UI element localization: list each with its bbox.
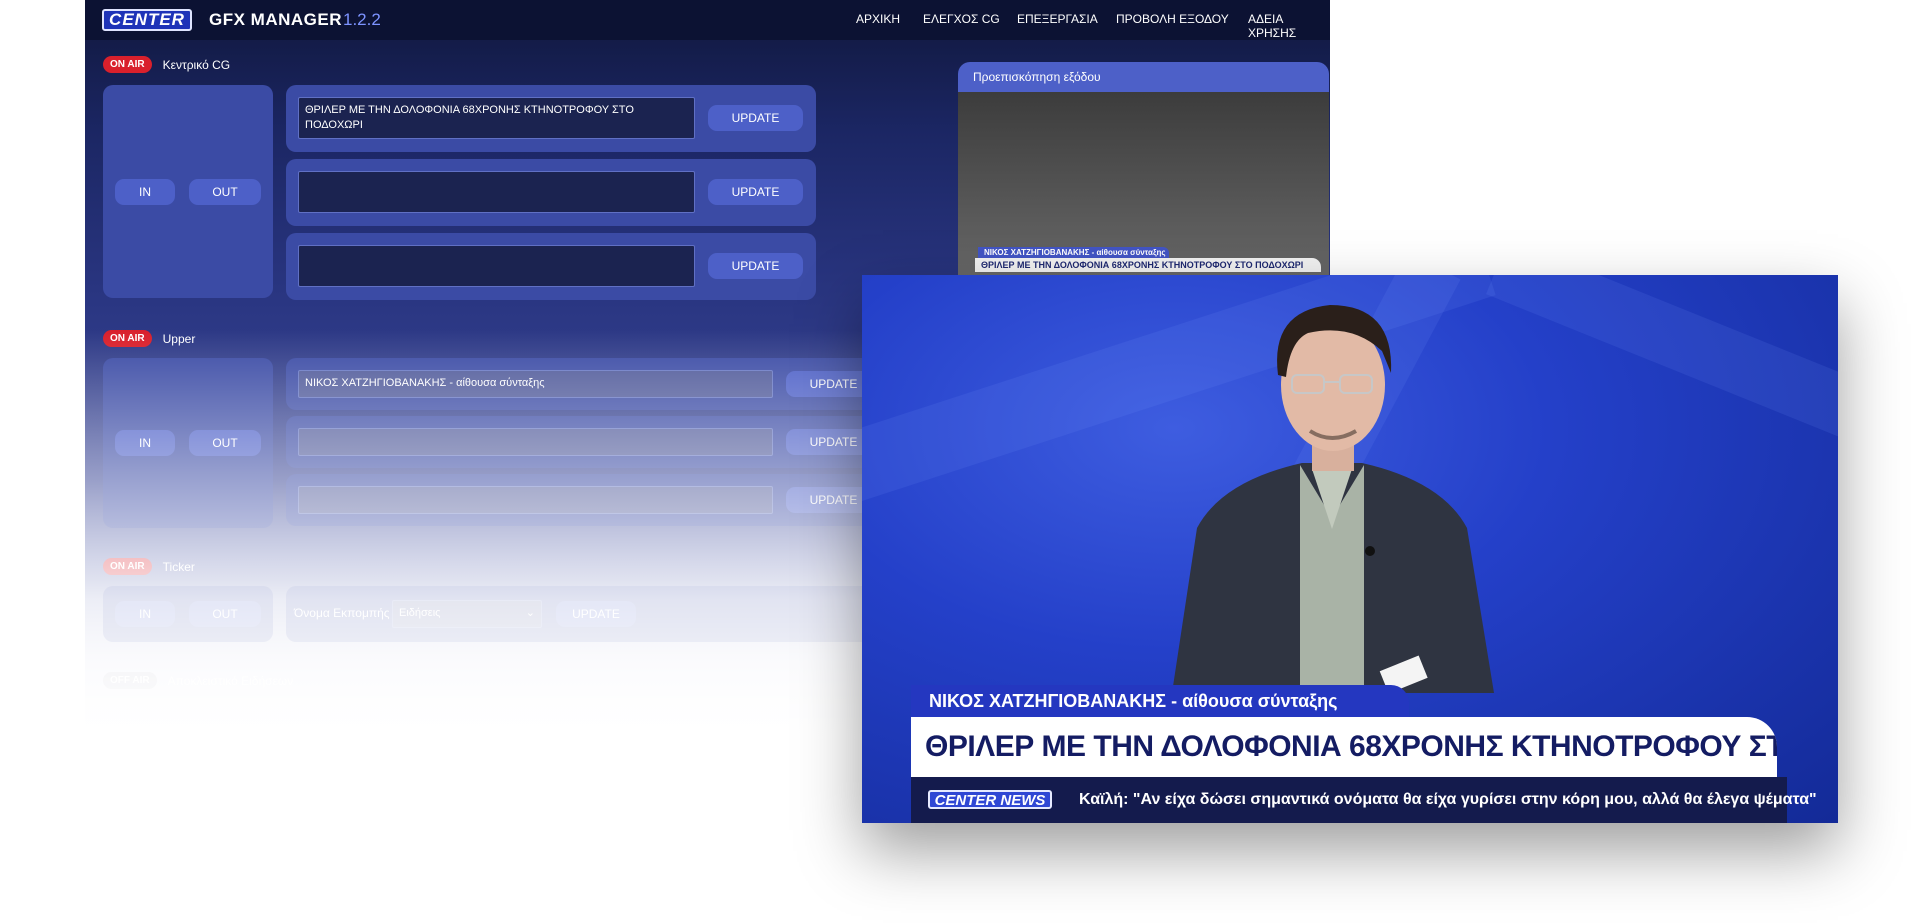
show-name-select-value: Ειδήσεις [399, 607, 441, 619]
app-version: 1.2.2 [343, 10, 381, 29]
section-title: Αποκλειστικό Ειδήσεων [167, 673, 294, 688]
chevron-down-icon: ⌄ [525, 607, 535, 619]
section-header-ticker: ON AIR Ticker [103, 558, 195, 575]
preview-name-bar: ΝΙΚΟΣ ΧΑΤΖΗΓΙΟΒΑΝΑΚΗΣ - αίθουσα σύνταξης [978, 247, 1169, 258]
main-cg-out-button[interactable]: OUT [189, 179, 261, 205]
ticker-bar: CENTER NEWS Καϊλή: "Αν είχα δώσει σημαντ… [911, 777, 1817, 823]
upper-out-button[interactable]: OUT [189, 430, 261, 456]
nav-editing[interactable]: ΕΠΕΞΕΡΓΑΣΙΑ [1017, 12, 1098, 26]
center-logo[interactable]: CENTER [102, 9, 192, 31]
upper-text-field-2[interactable] [298, 428, 773, 456]
show-name-label: Όνομα Εκπομπής [294, 606, 390, 620]
ticker-out-button[interactable]: OUT [189, 601, 261, 627]
section-title: Κεντρικό CG [162, 57, 231, 72]
upper-row-2: UPDATE [286, 416, 906, 468]
ticker-control-panel: IN OUT [103, 586, 273, 642]
section-header-main-cg: ON AIR Κεντρικό CG [103, 56, 230, 73]
main-cg-row-3: UPDATE [286, 233, 816, 300]
main-cg-update-button-1[interactable]: UPDATE [708, 105, 803, 131]
main-cg-row-2: UPDATE [286, 159, 816, 226]
on-air-badge: ON AIR [103, 56, 152, 73]
main-cg-text-field-3[interactable] [298, 245, 695, 287]
ticker-text: Καϊλή: "Αν είχα δώσει σημαντικά ονόματα … [1079, 791, 1817, 808]
main-cg-text-field-1[interactable]: ΘΡΙΛΕΡ ΜΕ ΤΗΝ ΔΟΛΟΦΟΝΙΑ 68ΧΡΟΝΗΣ ΚΤΗΝΟΤΡ… [298, 97, 695, 139]
top-navbar: CENTER GFX MANAGER 1.2.2 ΑΡΧΙΚΗ ΕΛΕΓΧΟΣ … [85, 0, 1330, 40]
nav-cg-control[interactable]: ΕΛΕΓΧΟΣ CG [923, 12, 1000, 26]
nav-home[interactable]: ΑΡΧΙΚΗ [856, 12, 900, 26]
upper-row-1: ΝΙΚΟΣ ΧΑΤΖΗΓΙΟΒΑΝΑΚΗΣ - αίθουσα σύνταξης… [286, 358, 906, 410]
preview-headline: ΘΡΙΛΕΡ ΜΕ ΤΗΝ ΔΟΛΟΦΟΝΙΑ 68ΧΡΟΝΗΣ ΚΤΗΝΟΤΡ… [975, 258, 1321, 272]
output-preview: ΝΙΚΟΣ ΧΑΤΖΗΓΙΟΒΑΝΑΚΗΣ - αίθουσα σύνταξης… [958, 92, 1329, 292]
upper-control-panel: IN OUT [103, 358, 273, 528]
section-header-upper: ON AIR Upper [103, 330, 195, 347]
presenter-image [1172, 305, 1494, 693]
app-title: GFX MANAGER [209, 10, 342, 29]
section-title: Ticker [162, 559, 195, 574]
main-cg-update-button-2[interactable]: UPDATE [708, 179, 803, 205]
ticker-settings-panel: Όνομα Εκπομπής Ειδήσεις ⌄ UPDATE [286, 586, 906, 642]
section-header-exclusive: OFF AIR Αποκλειστικό Ειδήσεων [103, 672, 293, 689]
lower-third-name-bar: ΝΙΚΟΣ ΧΑΤΖΗΓΙΟΒΑΝΑΚΗΣ - αίθουσα σύνταξης [911, 685, 1409, 717]
off-air-badge: OFF AIR [103, 672, 157, 689]
upper-in-button[interactable]: IN [115, 430, 175, 456]
on-air-badge: ON AIR [103, 330, 152, 347]
ticker-in-button[interactable]: IN [115, 601, 175, 627]
on-air-badge: ON AIR [103, 558, 152, 575]
lower-third-headline: ΘΡΙΛΕΡ ΜΕ ΤΗΝ ΔΟΛΟΦΟΝΙΑ 68ΧΡΟΝΗΣ ΚΤΗΝΟΤΡ… [911, 717, 1777, 777]
section-title: Upper [162, 331, 196, 346]
show-name-select[interactable]: Ειδήσεις ⌄ [392, 600, 542, 628]
output-preview-header: Προεπισκόπηση εξόδου [958, 62, 1329, 92]
main-cg-update-button-3[interactable]: UPDATE [708, 253, 803, 279]
nav-license[interactable]: ΑΔΕΙΑ ΧΡΗΣΗΣ [1248, 12, 1330, 40]
main-cg-text-field-2[interactable] [298, 171, 695, 213]
ticker-update-button[interactable]: UPDATE [556, 601, 636, 627]
main-cg-row-1: ΘΡΙΛΕΡ ΜΕ ΤΗΝ ΔΟΛΟΦΟΝΙΑ 68ΧΡΟΝΗΣ ΚΤΗΝΟΤΡ… [286, 85, 816, 152]
nav-output-view[interactable]: ΠΡΟΒΟΛΗ ΕΞΟΔΟΥ [1116, 12, 1229, 26]
broadcast-video-frame: ΝΙΚΟΣ ΧΑΤΖΗΓΙΟΒΑΝΑΚΗΣ - αίθουσα σύνταξης… [862, 275, 1838, 823]
main-cg-control-panel: IN OUT [103, 85, 273, 298]
upper-text-field-1[interactable]: ΝΙΚΟΣ ΧΑΤΖΗΓΙΟΒΑΝΑΚΗΣ - αίθουσα σύνταξης [298, 370, 773, 398]
center-news-logo: CENTER NEWS [928, 790, 1052, 809]
upper-row-3: UPDATE [286, 474, 906, 526]
upper-text-field-3[interactable] [298, 486, 773, 514]
main-cg-in-button[interactable]: IN [115, 179, 175, 205]
